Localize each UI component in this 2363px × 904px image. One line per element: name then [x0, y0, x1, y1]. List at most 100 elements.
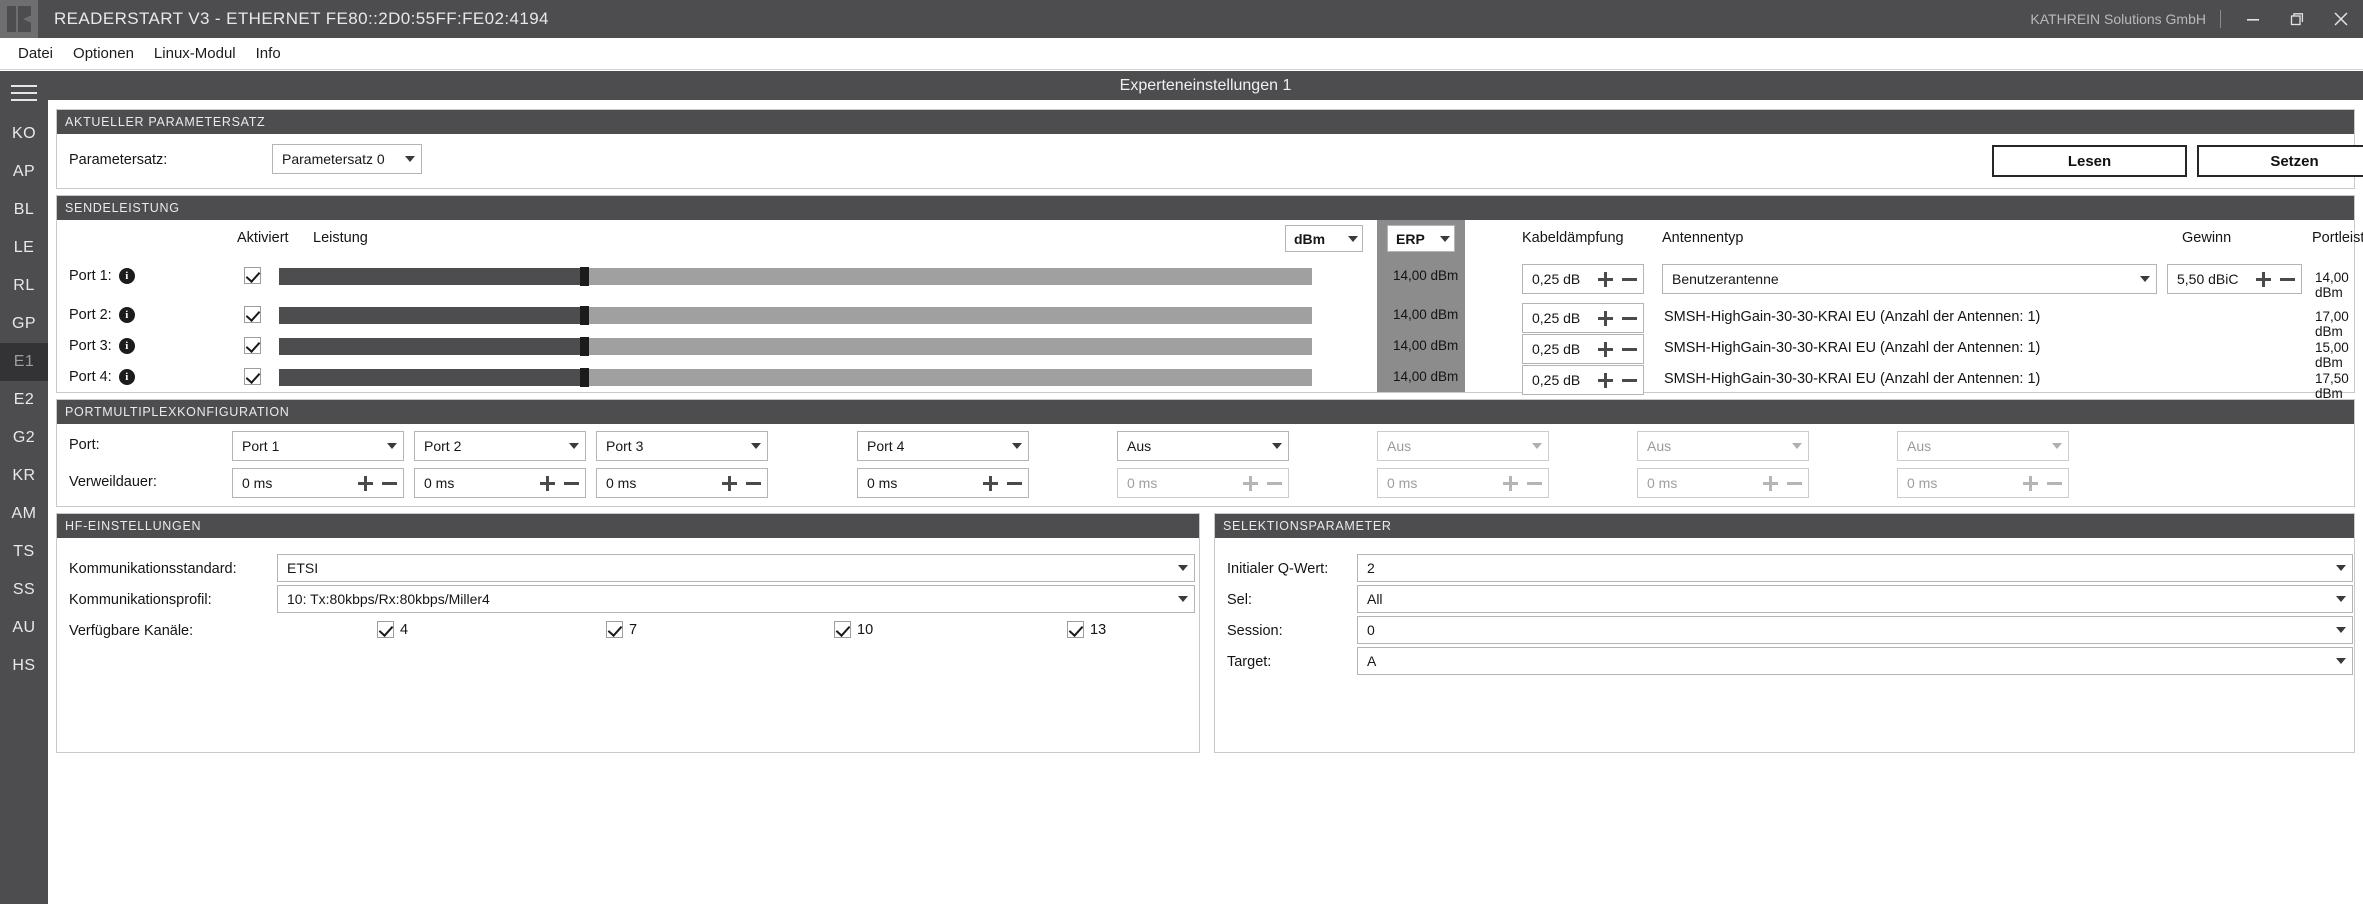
sidebar-item-g2[interactable]: G2 [0, 419, 48, 457]
pm-dwell-spinner-5[interactable]: 0 ms [1117, 468, 1289, 498]
pm-port-combo-7[interactable]: Aus [1637, 431, 1809, 461]
plus-icon[interactable] [540, 475, 555, 491]
sidebar-item-hs[interactable]: HS [0, 647, 48, 685]
pm-dwell-spinner-4[interactable]: 0 ms [857, 468, 1029, 498]
plus-icon[interactable] [1598, 372, 1613, 388]
plus-icon[interactable] [722, 475, 737, 491]
port1-spin-buttons[interactable] [1598, 271, 1637, 287]
port4-power-slider[interactable] [279, 368, 1312, 387]
port1-antenna-combo[interactable]: Benutzerantenne [1662, 264, 2157, 294]
plus-icon[interactable] [1243, 475, 1258, 491]
pm-port-combo-6[interactable]: Aus [1377, 431, 1549, 461]
pm-dwell-spinner-7[interactable]: 0 ms [1637, 468, 1809, 498]
info-icon[interactable]: i [118, 307, 135, 323]
minus-icon[interactable] [1622, 373, 1637, 388]
pm-dwell-spinner-6[interactable]: 0 ms [1377, 468, 1549, 498]
menu-item-datei[interactable]: Datei [8, 42, 63, 65]
port4-cable-loss-spinner[interactable]: 0,25 dB [1522, 365, 1644, 395]
pm-port-combo-1[interactable]: Port 1 [232, 431, 404, 461]
menu-item-linux-modul[interactable]: Linux-Modul [144, 42, 246, 65]
pm-spin-buttons-5[interactable] [1243, 475, 1282, 491]
minus-icon[interactable] [1007, 476, 1022, 491]
pm-port-combo-8[interactable]: Aus [1897, 431, 2069, 461]
channel-13-checkbox[interactable] [1067, 621, 1084, 638]
pm-port-combo-4[interactable]: Port 4 [857, 431, 1029, 461]
minus-icon[interactable] [1622, 342, 1637, 357]
plus-icon[interactable] [1598, 310, 1613, 326]
port3-enabled-checkbox[interactable] [244, 337, 261, 354]
sidebar-item-kr[interactable]: KR [0, 457, 48, 495]
port4-enabled-checkbox[interactable] [244, 368, 261, 385]
port4-spin-buttons[interactable] [1598, 372, 1637, 388]
sidebar-item-ts[interactable]: TS [0, 533, 48, 571]
port2-spin-buttons[interactable] [1598, 310, 1637, 326]
selection-target-combo[interactable]: A [1356, 647, 2353, 675]
port1-slider-thumb[interactable] [579, 267, 589, 286]
hf-standard-combo[interactable]: ETSI [277, 554, 1195, 582]
sidebar-item-le[interactable]: LE [0, 229, 48, 267]
selection-sel-combo[interactable]: All [1356, 585, 2353, 613]
lesen-button[interactable]: Lesen [1992, 145, 2187, 177]
pm-spin-buttons-4[interactable] [983, 475, 1022, 491]
selection-session-combo[interactable]: 0 [1356, 616, 2353, 644]
pm-dwell-spinner-1[interactable]: 0 ms [232, 468, 404, 498]
plus-icon[interactable] [358, 475, 373, 491]
sidebar-item-am[interactable]: AM [0, 495, 48, 533]
port3-spin-buttons[interactable] [1598, 341, 1637, 357]
port2-slider-thumb[interactable] [579, 306, 589, 325]
pm-spin-buttons-2[interactable] [540, 475, 579, 491]
pm-port-combo-5[interactable]: Aus [1117, 431, 1289, 461]
pm-port-combo-2[interactable]: Port 2 [414, 431, 586, 461]
info-icon[interactable]: i [118, 369, 135, 385]
port1-enabled-checkbox[interactable] [244, 267, 261, 284]
minus-icon[interactable] [1622, 272, 1637, 287]
port1-power-slider[interactable] [279, 267, 1312, 286]
erp-combo[interactable]: ERP [1387, 225, 1455, 252]
info-icon[interactable]: i [118, 338, 135, 354]
channel-10-checkbox[interactable] [834, 621, 851, 638]
plus-icon[interactable] [2023, 475, 2038, 491]
minus-icon[interactable] [564, 476, 579, 491]
plus-icon[interactable] [1598, 341, 1613, 357]
minus-icon[interactable] [1527, 476, 1542, 491]
sidebar-item-au[interactable]: AU [0, 609, 48, 647]
unit-combo[interactable]: dBm [1285, 225, 1363, 252]
plus-icon[interactable] [1503, 475, 1518, 491]
port1-gain-spinner[interactable]: 5,50 dBiC [2167, 264, 2302, 294]
sidebar-item-ko[interactable]: KO [0, 115, 48, 153]
plus-icon[interactable] [1598, 271, 1613, 287]
pm-port-combo-3[interactable]: Port 3 [596, 431, 768, 461]
selection-q-combo[interactable]: 2 [1356, 554, 2353, 582]
port3-cable-loss-spinner[interactable]: 0,25 dB [1522, 334, 1644, 364]
port1-gain-spin-buttons[interactable] [2256, 271, 2295, 287]
pm-dwell-spinner-8[interactable]: 0 ms [1897, 468, 2069, 498]
parametersatz-combo[interactable]: Parametersatz 0 [272, 144, 422, 174]
sidebar-item-e1[interactable]: E1 [0, 343, 48, 381]
channel-7-checkbox[interactable] [606, 621, 623, 638]
pm-spin-buttons-7[interactable] [1763, 475, 1802, 491]
pm-spin-buttons-3[interactable] [722, 475, 761, 491]
sidebar-item-ss[interactable]: SS [0, 571, 48, 609]
minus-icon[interactable] [1622, 311, 1637, 326]
restore-button[interactable] [2275, 0, 2319, 38]
pm-dwell-spinner-2[interactable]: 0 ms [414, 468, 586, 498]
port2-cable-loss-spinner[interactable]: 0,25 dB [1522, 303, 1644, 333]
pm-spin-buttons-1[interactable] [358, 475, 397, 491]
menu-item-optionen[interactable]: Optionen [63, 42, 144, 65]
sidebar-item-rl[interactable]: RL [0, 267, 48, 305]
menu-item-info[interactable]: Info [246, 42, 291, 65]
channel-4-checkbox[interactable] [377, 621, 394, 638]
pm-spin-buttons-6[interactable] [1503, 475, 1542, 491]
minus-icon[interactable] [2047, 476, 2062, 491]
port3-slider-thumb[interactable] [579, 337, 589, 356]
minimize-button[interactable] [2231, 0, 2275, 38]
setzen-button[interactable]: Setzen [2197, 145, 2363, 177]
hamburger-icon[interactable] [0, 71, 48, 115]
hf-profile-combo[interactable]: 10: Tx:80kbps/Rx:80kbps/Miller4 [277, 585, 1195, 613]
minus-icon[interactable] [2280, 272, 2295, 287]
minus-icon[interactable] [1267, 476, 1282, 491]
port2-power-slider[interactable] [279, 306, 1312, 325]
sidebar-item-e2[interactable]: E2 [0, 381, 48, 419]
sidebar-item-bl[interactable]: BL [0, 191, 48, 229]
minus-icon[interactable] [382, 476, 397, 491]
